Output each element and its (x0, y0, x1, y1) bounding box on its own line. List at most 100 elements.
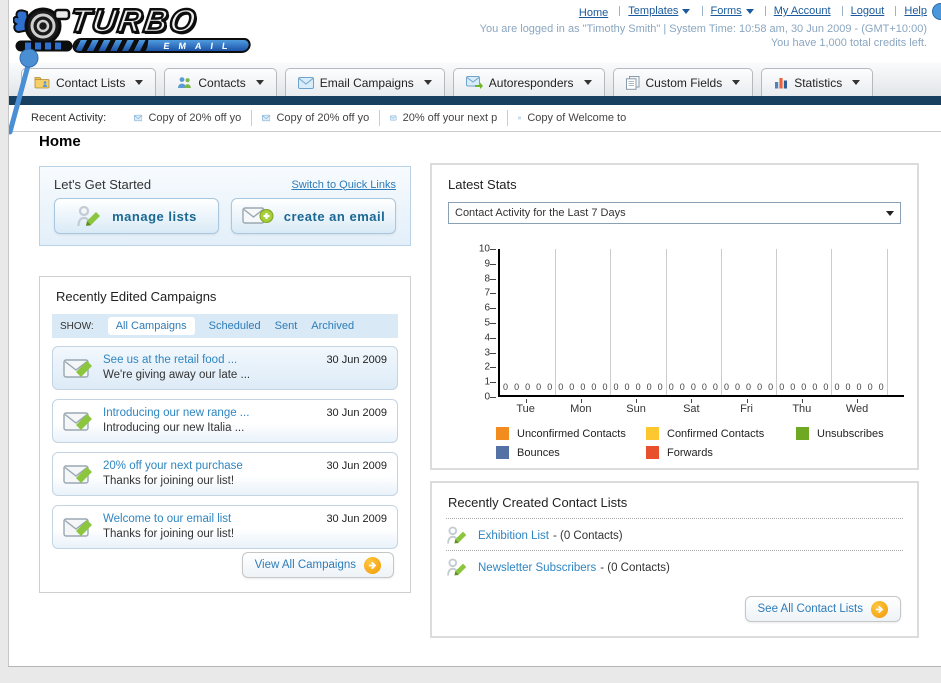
legend-swatch (796, 427, 809, 440)
envelope-icon (134, 114, 143, 122)
tab-contacts[interactable]: Contacts (164, 68, 277, 96)
campaigns-title: Recently Edited Campaigns (56, 289, 217, 304)
switch-quick-links[interactable]: Switch to Quick Links (291, 179, 396, 191)
value-label: 0 (823, 382, 829, 392)
tab-custom-fields[interactable]: Custom Fields (612, 68, 754, 96)
view-all-campaigns-button[interactable]: View All Campaigns (241, 552, 394, 578)
value-label: 0 (712, 382, 718, 392)
tab-autoresponders[interactable]: Autoresponders (452, 68, 605, 96)
value-label-group: 00000 (555, 381, 610, 393)
campaigns-filter-bar: SHOW: All Campaigns Scheduled Sent Archi… (52, 314, 398, 338)
campaign-title-link[interactable]: Introducing our new range ... (103, 406, 316, 421)
campaign-date: 30 Jun 2009 (326, 354, 387, 366)
contact-list-item: Newsletter Subscribers - (0 Contacts) (432, 551, 917, 582)
navy-divider (9, 96, 941, 105)
manage-lists-button[interactable]: manage lists (54, 198, 219, 234)
x-tick (580, 399, 582, 403)
x-tick (691, 399, 693, 403)
x-tick-label: Sat (683, 403, 700, 415)
header-link-home[interactable]: Home (579, 7, 608, 19)
legend-swatch (646, 427, 659, 440)
value-label: 0 (591, 382, 597, 392)
x-tick-label: Mon (570, 403, 592, 415)
header: TURBO EMAIL Home Templates Forms My Acco… (9, 0, 941, 63)
person-pencil-icon (447, 557, 467, 576)
legend-label: Bounces (517, 446, 560, 459)
campaign-title-link[interactable]: See us at the retail food ... (103, 353, 316, 368)
campaign-subtitle: Thanks for joining our list! (103, 475, 235, 487)
recent-activity-item[interactable]: 20% off your next p (380, 110, 509, 126)
create-email-button[interactable]: create an email (231, 198, 396, 234)
dropdown-arrow-icon (583, 80, 592, 85)
header-link-help[interactable]: Help (904, 5, 927, 17)
value-label: 0 (768, 382, 774, 392)
tab-statistics[interactable]: Statistics (761, 68, 874, 96)
header-link-my-account[interactable]: My Account (774, 5, 831, 17)
x-tick-label: Wed (845, 403, 869, 415)
value-label: 0 (757, 382, 763, 392)
y-tick (490, 263, 496, 265)
value-label: 0 (635, 382, 641, 392)
login-status: You are logged in as "Timothy Smith" | S… (480, 22, 927, 50)
filter-scheduled[interactable]: Scheduled (209, 320, 261, 332)
legend-item: Unsubscribes (796, 427, 896, 440)
gridline (776, 249, 778, 395)
legend-label: Confirmed Contacts (667, 427, 765, 440)
recent-activity-bar: Recent Activity: Copy of 20% off yo Copy… (9, 105, 941, 132)
y-tick-label: 5 (484, 317, 490, 329)
contact-list-link[interactable]: Exhibition List (478, 530, 549, 542)
contact-list-count: - (0 Contacts) (552, 529, 623, 542)
see-all-contact-lists-button[interactable]: See All Contact Lists (744, 596, 901, 622)
y-tick (490, 352, 496, 354)
legend-item: Forwards (646, 446, 796, 459)
campaign-subtitle: We're giving away our late ... (103, 369, 251, 381)
value-label: 0 (790, 382, 796, 392)
header-link-templates[interactable]: Templates (628, 5, 678, 17)
contact-list-link[interactable]: Newsletter Subscribers (478, 562, 596, 574)
legend-label: Unconfirmed Contacts (517, 427, 626, 440)
app-page: TURBO EMAIL Home Templates Forms My Acco… (8, 0, 941, 667)
page-title: Home (39, 133, 81, 150)
get-started-panel: Let's Get Started Switch to Quick Links … (39, 166, 411, 246)
value-label-group: 00000 (610, 381, 665, 393)
campaign-row: Welcome to our email list Thanks for joi… (52, 505, 398, 549)
tab-contact-lists[interactable]: Contact Lists (21, 68, 157, 96)
contact-list-count: - (0 Contacts) (600, 561, 670, 574)
campaign-title-link[interactable]: Welcome to our email list (103, 512, 316, 527)
value-label-group: 00000 (831, 381, 886, 393)
recent-activity-item[interactable]: Copy of 20% off yo (252, 110, 381, 126)
campaign-title-link[interactable]: 20% off your next purchase (103, 459, 316, 474)
filter-archived[interactable]: Archived (311, 320, 354, 332)
y-tick (490, 293, 496, 295)
x-tick (525, 399, 527, 403)
recent-activity-item[interactable]: Copy of Welcome to (508, 110, 636, 126)
value-label-group: 00000 (500, 381, 555, 393)
y-tick (490, 337, 496, 339)
folder-icon (34, 77, 50, 89)
header-link-logout[interactable]: Logout (851, 5, 885, 17)
value-label: 0 (558, 382, 564, 392)
envelope-pencil-icon (63, 465, 92, 484)
legend-label: Forwards (667, 446, 713, 459)
value-label: 0 (856, 382, 862, 392)
filter-sent[interactable]: Sent (275, 320, 298, 332)
value-label: 0 (812, 382, 818, 392)
value-label: 0 (679, 382, 685, 392)
dropdown-arrow-icon (745, 8, 754, 14)
recent-activity-item[interactable]: Copy of 20% off yo (124, 110, 253, 126)
legend-swatch (646, 446, 659, 459)
y-tick (490, 323, 496, 324)
value-label: 0 (580, 382, 586, 392)
tab-email-campaigns[interactable]: Email Campaigns (284, 68, 445, 96)
value-label: 0 (503, 382, 509, 392)
arrow-icon (871, 600, 888, 618)
x-tick-label: Sun (626, 403, 646, 415)
envelope-icon (518, 116, 522, 120)
value-label: 0 (525, 382, 531, 392)
autoresponder-envelope-icon (465, 76, 483, 89)
x-tick (801, 399, 803, 403)
filter-all-campaigns[interactable]: All Campaigns (107, 317, 195, 335)
x-tick-label: Fri (740, 403, 753, 415)
y-tick-label: 6 (484, 302, 490, 314)
header-link-forms[interactable]: Forms (711, 5, 742, 17)
